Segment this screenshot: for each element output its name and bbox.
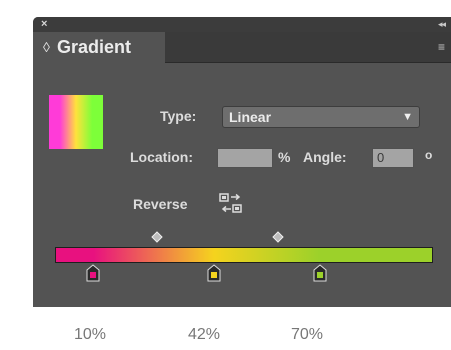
collapse-panel-icon[interactable]: ◂◂ xyxy=(438,18,446,31)
gradient-panel: × ◂◂ ◊ Gradient ≡ Type: Linear ▼ Locatio… xyxy=(33,17,451,307)
location-field[interactable] xyxy=(217,148,273,168)
panel-options-chevron-icon[interactable]: ◊ xyxy=(43,37,50,57)
chevron-down-icon: ▼ xyxy=(402,111,413,123)
reverse-gradient-icon[interactable] xyxy=(219,193,243,215)
panel-tab-row: ◊ Gradient ≡ xyxy=(33,32,451,63)
angle-degree-unit: o xyxy=(425,148,433,162)
panel-menu-icon[interactable]: ≡ xyxy=(438,41,445,53)
panel-title-bar: × ◂◂ xyxy=(33,17,451,32)
close-icon[interactable]: × xyxy=(41,18,47,31)
midpoint-diamond-59[interactable] xyxy=(272,230,284,248)
type-label: Type: xyxy=(160,108,197,124)
percent-label-10: 10% xyxy=(74,326,107,343)
color-stop-70[interactable] xyxy=(312,264,328,287)
percent-label-70: 70% xyxy=(291,326,324,343)
gradient-ramp-slider[interactable] xyxy=(55,247,433,263)
midpoint-diamond-27[interactable] xyxy=(151,230,163,248)
type-dropdown[interactable]: Linear ▼ xyxy=(222,106,420,128)
location-label: Location: xyxy=(130,149,193,165)
reverse-label: Reverse xyxy=(133,196,188,212)
type-dropdown-value: Linear xyxy=(229,109,272,125)
gradient-preview-swatch[interactable] xyxy=(49,95,103,149)
tab-gradient[interactable]: ◊ Gradient xyxy=(33,32,165,63)
percent-label-42: 42% xyxy=(188,326,221,343)
color-stop-42[interactable] xyxy=(206,264,222,287)
angle-field[interactable]: 0 xyxy=(372,148,414,168)
location-unit: % xyxy=(278,149,291,165)
color-stop-10[interactable] xyxy=(85,264,101,287)
angle-label: Angle: xyxy=(303,149,347,165)
angle-value: 0 xyxy=(377,150,385,165)
tab-gradient-label: Gradient xyxy=(57,37,132,57)
